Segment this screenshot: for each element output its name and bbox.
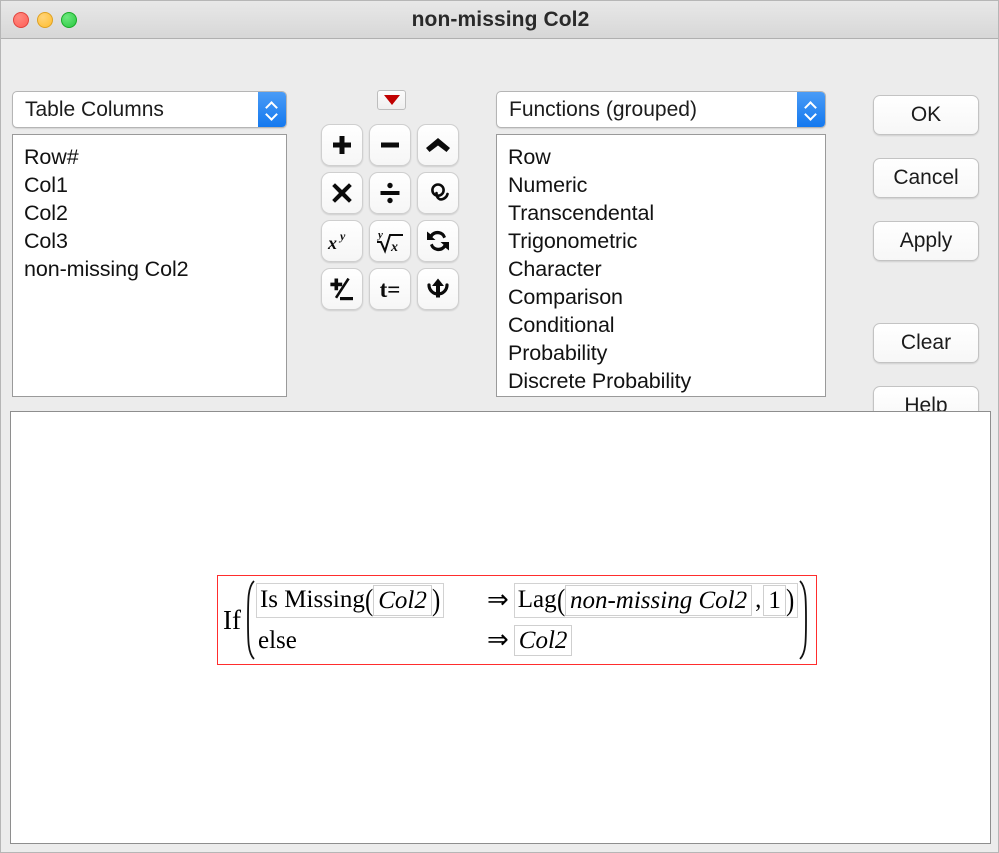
- formula-clause-row[interactable]: else ⇒ Col2: [256, 621, 798, 659]
- red-triangle-down-icon: [384, 95, 400, 105]
- list-item[interactable]: Character: [497, 255, 825, 283]
- formula-if-keyword: If: [221, 607, 242, 634]
- formula-expression[interactable]: If Is Missing ( Col2 ): [217, 575, 817, 665]
- exponent-operator-button[interactable]: [417, 124, 459, 166]
- divide-operator-button[interactable]: [369, 172, 411, 214]
- formula-clause-table: Is Missing ( Col2 ) ⇒ Lag ( non-missing …: [256, 579, 798, 661]
- arrow-up-bowl-icon: [425, 276, 451, 302]
- table-columns-selector-label: Table Columns: [13, 98, 258, 122]
- window-title: non-missing Col2: [1, 1, 999, 38]
- list-item[interactable]: Transcendental: [497, 199, 825, 227]
- cancel-button[interactable]: Cancel: [873, 158, 979, 198]
- power-operator-button[interactable]: x y: [321, 220, 363, 262]
- swap-operator-button[interactable]: [417, 220, 459, 262]
- close-paren-icon: ): [432, 586, 440, 614]
- apply-button[interactable]: Apply: [873, 221, 979, 261]
- formula-arrow-icon: ⇒: [484, 627, 514, 653]
- refresh-swap-icon: [425, 228, 451, 254]
- table-columns-list[interactable]: Row# Col1 Col2 Col3 non-missing Col2: [12, 134, 287, 397]
- formula-arrow-icon: ⇒: [484, 587, 514, 613]
- list-item[interactable]: Row#: [13, 143, 286, 171]
- functions-list[interactable]: Row Numeric Transcendental Trigonometric…: [496, 134, 826, 397]
- formula-else-keyword: else: [256, 626, 297, 655]
- table-columns-selector[interactable]: Table Columns: [12, 91, 287, 128]
- multiply-operator-button[interactable]: [321, 172, 363, 214]
- insert-operator-button[interactable]: [417, 268, 459, 310]
- lag-function-box[interactable]: Lag ( non-missing Col2 , 1 ): [514, 583, 798, 618]
- formula-editor-window: non-missing Col2 Table Columns Row# Col1…: [0, 0, 999, 853]
- list-item[interactable]: Trigonometric: [497, 227, 825, 255]
- svg-text:y: y: [338, 229, 346, 243]
- is-missing-argument[interactable]: Col2: [373, 585, 432, 616]
- list-item[interactable]: Probability: [497, 339, 825, 367]
- lag-argument-count[interactable]: 1: [763, 585, 786, 616]
- formula-canvas[interactable]: If Is Missing ( Col2 ): [10, 411, 991, 844]
- svg-text:y: y: [376, 229, 383, 241]
- functions-selector-label: Functions (grouped): [497, 98, 797, 122]
- list-item[interactable]: Col1: [13, 171, 286, 199]
- subtract-operator-button[interactable]: [369, 124, 411, 166]
- ok-button[interactable]: OK: [873, 95, 979, 135]
- caret-icon: [425, 135, 451, 155]
- formula-condition-cell[interactable]: Is Missing ( Col2 ): [256, 583, 484, 618]
- list-item[interactable]: Conditional: [497, 311, 825, 339]
- plus-minus-icon: [328, 275, 356, 303]
- nth-root-icon: y x: [374, 227, 406, 255]
- formula-result-cell[interactable]: Lag ( non-missing Col2 , 1 ): [514, 583, 798, 618]
- svg-text:x: x: [327, 233, 337, 253]
- divide-icon: [378, 181, 402, 205]
- lag-argument-column[interactable]: non-missing Col2: [565, 585, 752, 616]
- formula-result-cell[interactable]: Col2: [514, 625, 573, 656]
- table-columns-stepper-icon[interactable]: [258, 92, 286, 127]
- functions-selector[interactable]: Functions (grouped): [496, 91, 826, 128]
- list-item[interactable]: non-missing Col2: [13, 255, 286, 283]
- formula-condition-cell[interactable]: else: [256, 626, 484, 655]
- x-to-y-icon: x y: [327, 229, 357, 253]
- plus-minus-operator-button[interactable]: [321, 268, 363, 310]
- editor-controls-area: Table Columns Row# Col1 Col2 Col3 non-mi…: [1, 39, 999, 406]
- multiply-icon: [330, 181, 354, 205]
- operator-keypad: x y y x: [321, 124, 463, 310]
- list-item[interactable]: Col2: [13, 199, 286, 227]
- functions-stepper-icon[interactable]: [797, 92, 825, 127]
- formula-brace-open-icon: [242, 579, 256, 661]
- else-result-term[interactable]: Col2: [514, 625, 573, 656]
- list-item[interactable]: Discrete Probability: [497, 367, 825, 395]
- plus-icon: [330, 133, 354, 157]
- window-titlebar: non-missing Col2: [1, 1, 999, 39]
- add-operator-button[interactable]: [321, 124, 363, 166]
- t-equals-operator-button[interactable]: t=: [369, 268, 411, 310]
- lag-function-name: Lag: [518, 585, 557, 615]
- argument-separator: ,: [752, 586, 763, 614]
- close-paren-icon: ): [786, 586, 794, 614]
- list-item[interactable]: Numeric: [497, 171, 825, 199]
- is-missing-function-box[interactable]: Is Missing ( Col2 ): [256, 583, 444, 618]
- list-item[interactable]: Comparison: [497, 283, 825, 311]
- formula-clause-row[interactable]: Is Missing ( Col2 ) ⇒ Lag ( non-missing …: [256, 581, 798, 619]
- formula-brace-close-icon: [798, 579, 812, 661]
- list-item[interactable]: Row: [497, 143, 825, 171]
- clear-button[interactable]: Clear: [873, 323, 979, 363]
- keypad-toggle-button[interactable]: [377, 90, 406, 110]
- list-item[interactable]: Col3: [13, 227, 286, 255]
- svg-text:x: x: [390, 240, 398, 255]
- loop-icon: [425, 180, 451, 206]
- nth-root-operator-button[interactable]: y x: [369, 220, 411, 262]
- t-equals-icon: t=: [380, 278, 401, 301]
- open-paren-icon: (: [557, 586, 565, 614]
- is-missing-function-name: Is Missing: [260, 585, 365, 615]
- minus-icon: [378, 133, 402, 157]
- root-loop-operator-button[interactable]: [417, 172, 459, 214]
- open-paren-icon: (: [365, 586, 373, 614]
